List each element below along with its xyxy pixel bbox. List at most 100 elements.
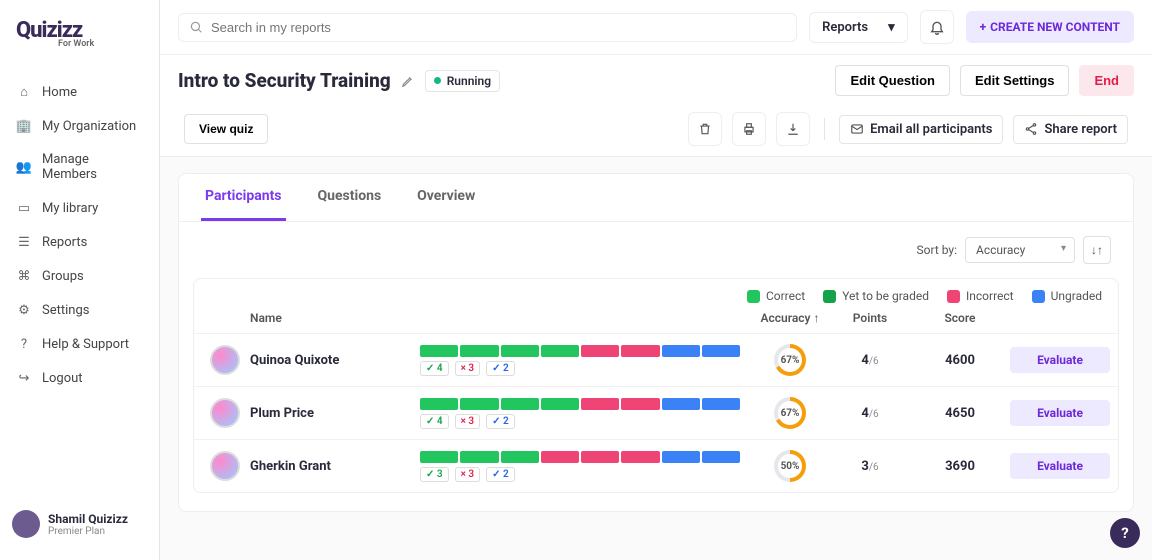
stat-chip: ✓ 2 <box>486 414 515 429</box>
points-cell: 4/6 <box>830 353 910 368</box>
stat-chip: ✓ 4 <box>420 414 449 429</box>
sidebar-item-settings[interactable]: ⚙Settings <box>0 293 159 327</box>
sidebar-item-home[interactable]: ⌂ Home <box>0 75 159 109</box>
nav-icon: ☰ <box>16 234 32 250</box>
table-header: Name Accuracy ↑ Points Score <box>194 307 1118 333</box>
legend: Correct Yet to be graded Incorrect Ungra… <box>194 279 1118 307</box>
avatar <box>12 510 40 538</box>
content-card: Participants Questions Overview Sort by:… <box>178 173 1134 512</box>
search-icon <box>189 20 203 34</box>
nav-icon: ⌂ <box>16 84 32 100</box>
separator <box>824 118 825 140</box>
evaluate-button[interactable]: Evaluate <box>1010 453 1110 479</box>
delete-button[interactable] <box>688 112 722 146</box>
sidebar-item-groups[interactable]: ⌘ Groups <box>0 259 159 293</box>
sidebar-item-label: Manage Members <box>42 152 143 182</box>
edit-settings-button[interactable]: Edit Settings <box>960 65 1069 96</box>
participant-name: Quinoa Quixote <box>250 353 339 368</box>
sidebar-item-my-organization[interactable]: 🏢My Organization <box>0 109 159 143</box>
view-quiz-button[interactable]: View quiz <box>184 114 268 144</box>
nav-icon: ↪ <box>16 370 32 386</box>
evaluate-button[interactable]: Evaluate <box>1010 400 1110 426</box>
tab-overview[interactable]: Overview <box>413 174 479 221</box>
sidebar-item-reports[interactable]: ☰ Reports <box>0 225 159 259</box>
share-label: Share report <box>1044 122 1117 137</box>
col-accuracy[interactable]: Accuracy ↑ <box>750 311 830 325</box>
edit-title-button[interactable] <box>401 74 415 88</box>
email-all-button[interactable]: Email all participants <box>839 115 1003 144</box>
plus-icon: + <box>980 20 987 34</box>
table-row: Gherkin Grant✓ 3× 3✓ 250%3/63690Evaluate… <box>194 439 1118 492</box>
sidebar-item-help-support[interactable]: ?Help & Support <box>0 327 159 361</box>
stat-chip: ✓ 4 <box>420 361 449 376</box>
legend-ungraded: Ungraded <box>1032 289 1102 303</box>
mail-icon <box>850 122 864 136</box>
progress-bar <box>420 451 740 463</box>
sidebar: Quizizz For Work ⌂Home🏢My Organization👥M… <box>0 0 160 560</box>
share-report-button[interactable]: Share report <box>1013 115 1128 144</box>
sidebar-item-label: Settings <box>42 303 89 318</box>
stat-chip: × 3 <box>455 467 481 482</box>
nav-icon: 👥 <box>16 159 32 175</box>
stat-chip: × 3 <box>455 361 481 376</box>
search-box[interactable] <box>178 13 797 42</box>
reports-dropdown[interactable]: Reports ▾ <box>809 12 908 43</box>
col-name: Name <box>210 311 420 325</box>
pencil-icon <box>401 74 415 88</box>
sort-direction-button[interactable]: ↓↑ <box>1083 236 1111 264</box>
print-icon <box>742 122 756 136</box>
download-button[interactable] <box>776 112 810 146</box>
page-header: Intro to Security Training Running Edit … <box>160 54 1152 106</box>
tab-questions[interactable]: Questions <box>314 174 386 221</box>
main: Reports ▾ + CREATE NEW CONTENT Intro to … <box>160 0 1152 560</box>
table-row: Plum Price✓ 4× 3✓ 267%4/64650Evaluate⋮ <box>194 386 1118 439</box>
sidebar-item-label: Groups <box>42 269 84 284</box>
progress-bar <box>420 398 740 410</box>
tab-participants[interactable]: Participants <box>201 174 286 221</box>
row-more-button[interactable]: ⋮ <box>1110 404 1119 423</box>
participant-avatar <box>210 398 240 428</box>
accuracy-ring: 50% <box>774 450 806 482</box>
stat-chip: ✓ 2 <box>486 361 515 376</box>
create-new-content-button[interactable]: + CREATE NEW CONTENT <box>966 11 1134 43</box>
participant-name: Plum Price <box>250 406 314 421</box>
accuracy-ring: 67% <box>774 397 806 429</box>
edit-question-button[interactable]: Edit Question <box>835 65 950 96</box>
nav-icon: ⌘ <box>16 268 32 284</box>
sort-dropdown[interactable]: Accuracy <box>965 237 1075 263</box>
points-cell: 3/6 <box>830 459 910 474</box>
participant-avatar <box>210 345 240 375</box>
sidebar-item-label: Logout <box>42 371 83 386</box>
notifications-button[interactable] <box>920 10 954 44</box>
print-button[interactable] <box>732 112 766 146</box>
user-plan: Premier Plan <box>48 526 128 537</box>
bell-icon <box>929 19 945 35</box>
stat-chip: ✓ 3 <box>420 467 449 482</box>
sidebar-item-my-library[interactable]: ▭My library <box>0 191 159 225</box>
participant-avatar <box>210 451 240 481</box>
search-input[interactable] <box>211 20 786 35</box>
row-more-button[interactable]: ⋮ <box>1110 351 1119 370</box>
end-button[interactable]: End <box>1079 65 1134 96</box>
evaluate-button[interactable]: Evaluate <box>1010 347 1110 373</box>
row-more-button[interactable]: ⋮ <box>1110 457 1119 476</box>
col-points[interactable]: Points <box>830 311 910 325</box>
score-cell: 4650 <box>910 406 1010 421</box>
user-block[interactable]: Shamil Quizizz Premier Plan <box>0 500 159 548</box>
help-fab[interactable]: ? <box>1110 518 1140 548</box>
table-row: Quinoa Quixote✓ 4× 3✓ 267%4/64600Evaluat… <box>194 333 1118 386</box>
sort-controls: Sort by: Accuracy ↓↑ <box>179 222 1133 270</box>
col-score[interactable]: Score <box>910 311 1010 325</box>
sidebar-item-label: Home <box>42 85 77 100</box>
status-dot-icon <box>434 77 441 84</box>
status-label: Running <box>447 74 491 88</box>
sidebar-item-label: Reports <box>42 235 87 250</box>
toolbar: View quiz Email all participants Share r… <box>160 106 1152 157</box>
points-cell: 4/6 <box>830 406 910 421</box>
create-label: CREATE NEW CONTENT <box>990 20 1120 34</box>
email-all-label: Email all participants <box>870 122 992 137</box>
sidebar-item-manage-members[interactable]: 👥 Manage Members <box>0 143 159 191</box>
participants-table: Correct Yet to be graded Incorrect Ungra… <box>193 278 1119 493</box>
sidebar-item-logout[interactable]: ↪ Logout <box>0 361 159 395</box>
legend-correct: Correct <box>747 289 805 303</box>
